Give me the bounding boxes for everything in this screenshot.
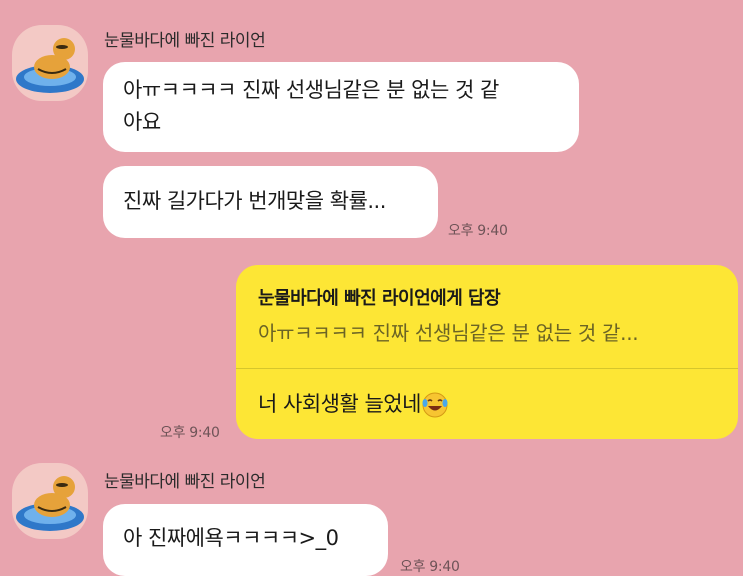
reply-bubble[interactable]: 눈물바다에 빠진 라이언에게 답장 아ㅠㅋㅋㅋㅋ 진짜 선생님같은 분 없는 것… (236, 265, 738, 439)
sender-avatar[interactable] (12, 463, 88, 539)
message-timestamp: 오후 9:40 (160, 425, 220, 441)
message-text: 아ㅠㅋㅋㅋㅋ 진짜 선생님같은 분 없는 것 같 (123, 78, 499, 102)
message-bubble[interactable]: 진짜 길가다가 번개맞을 확률... (103, 166, 438, 238)
message-bubble[interactable]: 아 진짜에욕ㅋㅋㅋㅋ>_0 (103, 504, 388, 576)
reply-header[interactable]: 눈물바다에 빠진 라이언에게 답장 (258, 284, 501, 310)
message-bubble[interactable]: 아ㅠㅋㅋㅋㅋ 진짜 선생님같은 분 없는 것 같 아요 (103, 62, 579, 152)
message-text: 아 진짜에욕ㅋㅋㅋㅋ>_0 (123, 526, 339, 550)
reply-quote[interactable]: 아ㅠㅋㅋㅋㅋ 진짜 선생님같은 분 없는 것 같... (258, 317, 639, 346)
reply-text: 너 사회생활 늘었네 (258, 388, 449, 419)
laughing-tears-emoji-icon (421, 391, 449, 419)
lion-floating-avatar-icon (16, 476, 84, 531)
sender-name: 눈물바다에 빠진 라이언 (104, 31, 266, 51)
message-text: 아요 (123, 110, 161, 134)
sender-name: 눈물바다에 빠진 라이언 (104, 472, 266, 492)
message-timestamp: 오후 9:40 (400, 559, 460, 575)
lion-floating-avatar-icon (16, 38, 84, 93)
message-text: 너 사회생활 늘었네 (258, 392, 421, 416)
reply-divider (236, 368, 738, 369)
message-text: 진짜 길가다가 번개맞을 확률... (123, 189, 386, 213)
sender-avatar[interactable] (12, 25, 88, 101)
message-timestamp: 오후 9:40 (448, 223, 508, 239)
